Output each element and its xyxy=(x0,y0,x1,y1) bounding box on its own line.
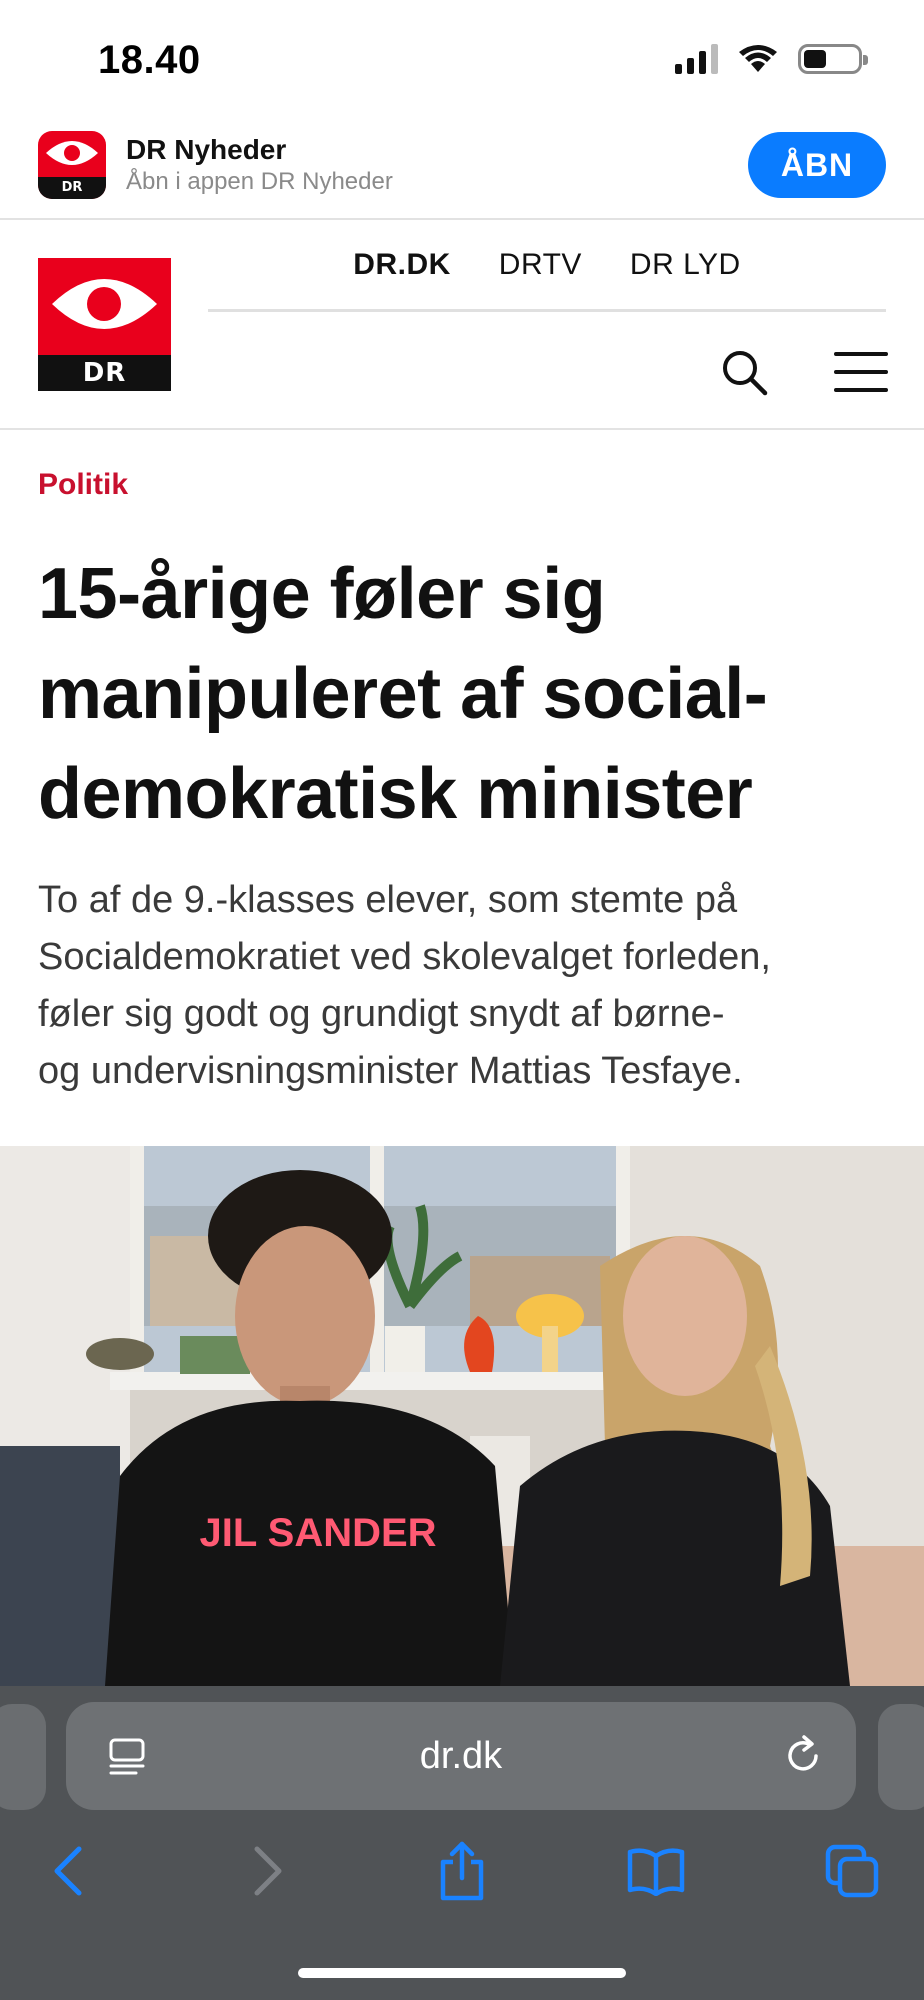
dr-logo-text: DR xyxy=(38,355,171,391)
search-icon[interactable] xyxy=(720,348,768,396)
home-indicator xyxy=(298,1968,626,1978)
app-banner-subtitle: Åbn i appen DR Nyheder xyxy=(126,168,393,195)
photo-shirt-text: JIL SANDER xyxy=(199,1511,436,1555)
share-button[interactable] xyxy=(432,1836,492,1906)
menu-icon[interactable] xyxy=(834,352,888,392)
browser-toolbar xyxy=(0,1836,924,1926)
forward-button[interactable] xyxy=(238,1836,298,1906)
battery-icon xyxy=(798,44,868,74)
article-photo[interactable]: JIL SANDER xyxy=(0,1146,924,1686)
site-header: DR DR.DK DRTV DR LYD xyxy=(0,220,924,430)
tabs-icon xyxy=(825,1844,879,1898)
browser-toolbar-area: dr.dk xyxy=(0,1686,924,2000)
lead-line: føler sig godt og grundigt snydt af børn… xyxy=(38,993,725,1035)
url-text: dr.dk xyxy=(419,1735,503,1777)
nav-item-drtv[interactable]: DRTV xyxy=(499,248,582,309)
app-icon-label: DR xyxy=(38,177,106,199)
app-banner-title: DR Nyheder xyxy=(126,134,287,165)
headline-line: manipuleret af social- xyxy=(38,654,768,734)
article-lead: To af de 9.-klasses elever, som stemte p… xyxy=(38,872,898,1100)
lead-line: To af de 9.-klasses elever, som stemte p… xyxy=(38,879,738,921)
nav-item-drlyd[interactable]: DR LYD xyxy=(630,248,741,309)
dr-app-icon[interactable]: DR xyxy=(38,131,106,199)
previous-tab-preview[interactable] xyxy=(0,1704,46,1810)
reload-icon[interactable] xyxy=(782,1734,826,1778)
headline-line: demokratisk minister xyxy=(38,754,753,834)
back-icon xyxy=(54,1846,82,1896)
photo-illustration: JIL SANDER xyxy=(0,1146,924,1686)
forward-icon xyxy=(254,1846,282,1896)
headline-line: 15-årige føler sig xyxy=(38,554,606,634)
status-bar: 18.40 xyxy=(0,0,924,120)
tabs-button[interactable] xyxy=(822,1836,882,1906)
top-nav: DR.DK DRTV DR LYD xyxy=(208,248,886,312)
status-icons xyxy=(675,44,868,74)
address-bar[interactable]: dr.dk xyxy=(66,1702,856,1810)
bookmarks-icon xyxy=(627,1848,685,1896)
app-banner: DR DR Nyheder Åbn i appen DR Nyheder ÅBN xyxy=(0,120,924,220)
back-button[interactable] xyxy=(38,1836,98,1906)
section-label[interactable]: Politik xyxy=(38,468,128,502)
status-time: 18.40 xyxy=(98,38,201,82)
dr-logo[interactable]: DR xyxy=(38,258,171,391)
lead-line: Socialdemokratiet ved skolevalget forled… xyxy=(38,936,771,978)
share-icon xyxy=(440,1841,484,1901)
wifi-icon xyxy=(739,45,777,72)
article-headline: 15-årige føler sig manipuleret af social… xyxy=(38,544,898,844)
next-tab-preview[interactable] xyxy=(878,1704,924,1810)
open-app-button[interactable]: ÅBN xyxy=(748,132,886,198)
cellular-signal-icon xyxy=(675,44,718,74)
lead-line: og undervisningsminister Mattias Tesfaye… xyxy=(38,1050,743,1092)
bookmarks-button[interactable] xyxy=(626,1836,686,1906)
nav-item-drdk[interactable]: DR.DK xyxy=(353,248,451,309)
